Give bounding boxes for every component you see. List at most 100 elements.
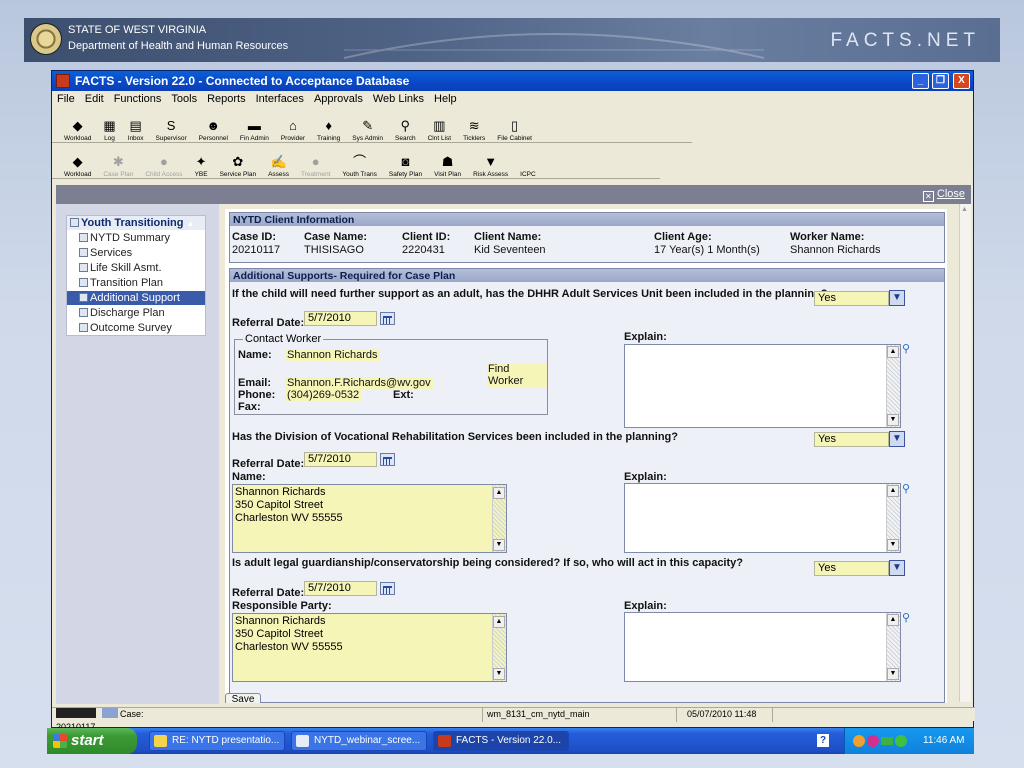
maximize-button[interactable]: ❐ — [932, 73, 949, 89]
q1-spellcheck-icon[interactable]: ⚲ — [902, 342, 910, 355]
task-facts[interactable]: FACTS - Version 22.0... — [433, 731, 569, 751]
q2-calendar-icon[interactable] — [380, 453, 395, 466]
toolbar-ticklers-button[interactable]: ≋ Ticklers — [457, 108, 491, 143]
case-toolbar-safety-plan-button[interactable]: ◙ Safety Plan — [383, 144, 428, 179]
toolbar-training-button[interactable]: ♦ Training — [311, 108, 346, 143]
facts-window: FACTS - Version 22.0 - Connected to Acce… — [51, 70, 975, 732]
file-cabinet-icon: ▯ — [511, 118, 519, 133]
q1-calendar-icon[interactable] — [380, 312, 395, 325]
scroll-down-icon[interactable]: ▼ — [493, 539, 505, 551]
tree-item-outcome-survey[interactable]: Outcome Survey — [67, 320, 205, 335]
q1-dropdown-icon[interactable]: ▼ — [889, 290, 905, 306]
case-toolbar-ybe-button[interactable]: ✦ YBE — [189, 144, 214, 179]
task-nytd-webinar[interactable]: NYTD_webinar_scree... — [291, 731, 427, 751]
q2-name-textarea[interactable]: ▲ ▼ Shannon Richards 350 Capitol Street … — [232, 484, 507, 553]
q3-responsible-party-textarea[interactable]: ▲ ▼ Shannon Richards 350 Capitol Street … — [232, 613, 507, 682]
scroll-down-icon[interactable]: ▼ — [887, 539, 899, 551]
tray-messenger-icon[interactable] — [867, 735, 879, 747]
tray-security-icon[interactable] — [895, 735, 907, 747]
start-button[interactable]: start — [47, 728, 137, 754]
tray-app-icon[interactable] — [853, 735, 865, 747]
ticklers-icon: ≋ — [468, 118, 480, 133]
provider-icon: ⌂ — [288, 118, 297, 133]
case-toolbar-treatment-button[interactable]: ● Treatment — [295, 144, 336, 179]
tree-item-transition-plan[interactable]: Transition Plan — [67, 275, 205, 290]
toolbar-clnt-list-button[interactable]: ▥ Clnt List — [422, 108, 457, 143]
scroll-up-icon[interactable]: ▲ — [961, 206, 968, 213]
tree-item-services[interactable]: Services — [67, 245, 205, 260]
case-toolbar-youth-trans-button[interactable]: ⌒ Youth Trans — [336, 144, 382, 179]
q2-referral-date-input[interactable]: 5/7/2010 — [304, 452, 377, 467]
tree-item-nytd-summary[interactable]: NYTD Summary — [67, 230, 205, 245]
toolbar-search-button[interactable]: ⚲ Search — [389, 108, 422, 143]
help-icon[interactable]: ? — [817, 734, 829, 747]
toolbar-fin-admin-button[interactable]: ▬ Fin Admin — [234, 108, 275, 143]
toolbar-sys-admin-button[interactable]: ✎ Sys Admin — [346, 108, 389, 143]
tree-item-discharge-plan[interactable]: Discharge Plan — [67, 305, 205, 320]
menu-tools[interactable]: Tools — [166, 93, 202, 105]
case-toolbar-service-plan-button[interactable]: ✿ Service Plan — [214, 144, 263, 179]
scroll-down-icon[interactable]: ▼ — [493, 668, 505, 680]
menu-reports[interactable]: Reports — [202, 93, 251, 105]
minimize-button[interactable]: _ — [912, 73, 929, 89]
task-email[interactable]: RE: NYTD presentatio... — [149, 731, 285, 751]
q3-referral-date-input[interactable]: 5/7/2010 — [304, 581, 377, 596]
case-toolbar-case-plan-button[interactable]: ✱ Case Plan — [97, 144, 139, 179]
q2-answer-select[interactable]: Yes — [814, 432, 889, 447]
menu-web-links[interactable]: Web Links — [368, 93, 429, 105]
close-link[interactable]: ✕ Close — [922, 188, 965, 202]
q3-spellcheck-icon[interactable]: ⚲ — [902, 611, 910, 624]
scroll-down-icon[interactable]: ▼ — [887, 668, 899, 680]
q2-spellcheck-icon[interactable]: ⚲ — [902, 482, 910, 495]
menu-help[interactable]: Help — [429, 93, 462, 105]
q3-explain-textarea[interactable]: ▲ ▼ — [624, 612, 901, 682]
toolbar-personnel-button[interactable]: ☻ Personnel — [193, 108, 234, 143]
q2-explain-textarea[interactable]: ▲ ▼ — [624, 483, 901, 553]
status-bar: Case: 20210117 wm_8131_cm_nytd_main 05/0… — [52, 707, 975, 732]
scroll-up-icon[interactable]: ▲ — [887, 614, 899, 626]
toolbar-inbox-button[interactable]: ▤ Inbox — [122, 108, 150, 143]
save-button[interactable]: Save — [225, 693, 261, 703]
case-toolbar-risk-assess-button[interactable]: ▼ Risk Assess — [467, 144, 514, 179]
q1-referral-date-input[interactable]: 5/7/2010 — [304, 311, 377, 326]
menu-edit[interactable]: Edit — [80, 93, 109, 105]
toolbar-provider-button[interactable]: ⌂ Provider — [275, 108, 311, 143]
toolbar-supervisor-button[interactable]: S Supervisor — [150, 108, 193, 143]
find-worker-button[interactable]: Find Worker — [487, 363, 547, 387]
q2-dropdown-icon[interactable]: ▼ — [889, 431, 905, 447]
q1-adult-services-question: If the child will need further support a… — [232, 288, 828, 300]
menu-functions[interactable]: Functions — [109, 93, 167, 105]
toolbar-file-cabinet-button[interactable]: ▯ File Cabinet — [491, 108, 538, 143]
tray-network-icon[interactable] — [881, 737, 893, 745]
menu-file[interactable]: File — [52, 93, 80, 105]
scroll-up-icon[interactable]: ▲ — [493, 487, 505, 499]
menu-interfaces[interactable]: Interfaces — [251, 93, 309, 105]
close-window-button[interactable]: X — [953, 73, 970, 89]
scroll-down-icon[interactable]: ▼ — [887, 414, 899, 426]
q3-answer-select[interactable]: Yes — [814, 561, 889, 576]
case-toolbar-workload-button[interactable]: ◆ Workload — [58, 144, 97, 179]
tree-root-youth-transitioning[interactable]: Youth Transitioning ▲ — [67, 216, 205, 230]
scroll-up-icon[interactable]: ▲ — [887, 485, 899, 497]
tree-item-life-skill[interactable]: Life Skill Asmt. — [67, 260, 205, 275]
q1-explain-textarea[interactable]: ▲ ▼ — [624, 344, 901, 428]
case-toolbar-visit-plan-button[interactable]: ☗ Visit Plan — [428, 144, 467, 179]
q1-answer-select[interactable]: Yes — [814, 291, 889, 306]
toolbar-button-label: Visit Plan — [434, 171, 462, 178]
scroll-up-icon[interactable]: ▲ — [493, 616, 505, 628]
toolbar-workload-button[interactable]: ◆ Workload — [58, 108, 97, 143]
tree-item-additional-support[interactable]: Additional Support — [67, 290, 205, 305]
menu-approvals[interactable]: Approvals — [309, 93, 368, 105]
main-scrollbar[interactable]: ▲ — [959, 204, 971, 702]
q3-calendar-icon[interactable] — [380, 582, 395, 595]
case-toolbar-assess-button[interactable]: ✍ Assess — [262, 144, 295, 179]
windows-logo-icon — [53, 734, 67, 748]
treatment-icon: ● — [311, 154, 320, 169]
window-titlebar[interactable]: FACTS - Version 22.0 - Connected to Acce… — [52, 71, 973, 91]
scroll-up-icon[interactable]: ▲ — [887, 346, 899, 358]
q3-dropdown-icon[interactable]: ▼ — [889, 560, 905, 576]
case-toolbar-icpc-button[interactable]: ICPC — [514, 144, 542, 178]
case-toolbar-child-access-button[interactable]: ● Child Access — [139, 144, 188, 179]
toolbar-log-button[interactable]: ▦ Log — [97, 108, 121, 143]
case-id-value: 20210117 — [232, 244, 281, 256]
